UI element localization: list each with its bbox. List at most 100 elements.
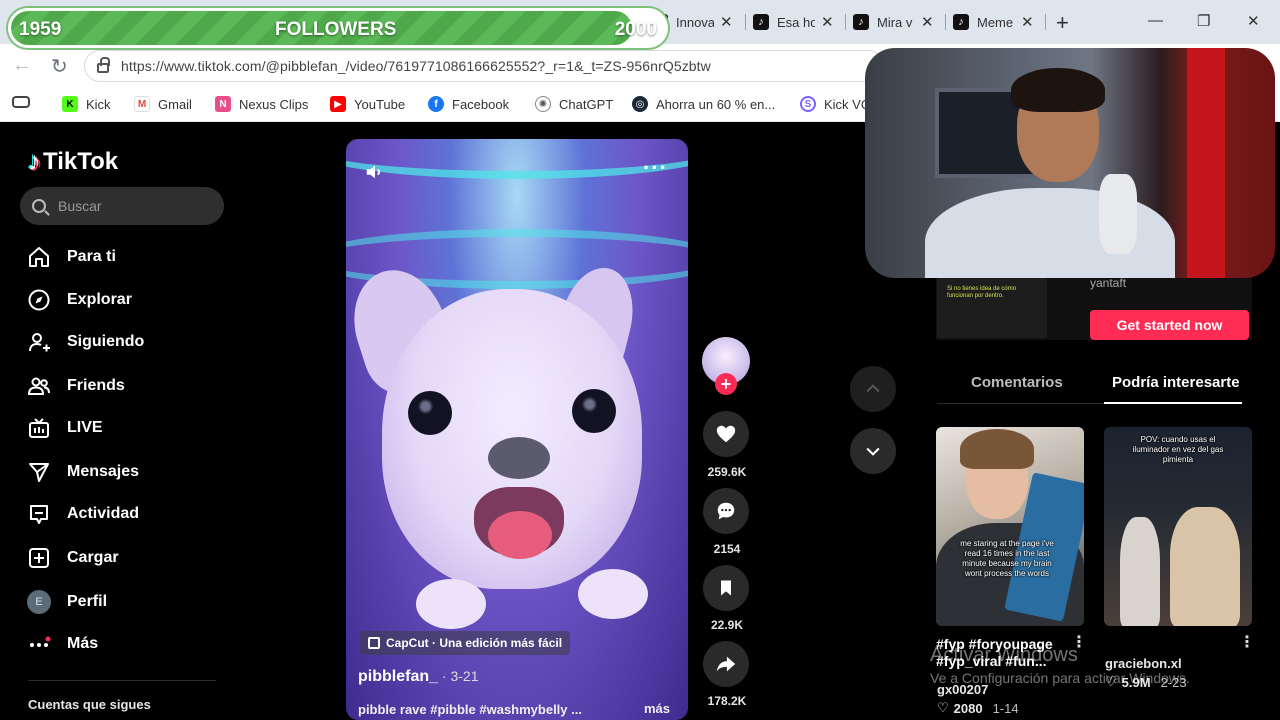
tab-divider xyxy=(745,14,746,30)
nav-label: Para ti xyxy=(67,248,116,265)
tiktok-icon: ♪ xyxy=(853,14,869,30)
bookmark-kick[interactable]: K Kick xyxy=(62,96,111,112)
heart-icon xyxy=(716,425,736,443)
nav-label: Cargar xyxy=(67,549,119,566)
nav-item-actividad[interactable]: Actividad xyxy=(26,500,139,528)
url-text: https://www.tiktok.com/@pibblefan_/video… xyxy=(121,58,711,74)
facebook-icon: f xyxy=(428,96,444,112)
tiktok-icon: ♪ xyxy=(953,14,969,30)
recommended-video-user[interactable]: graciebon.xl xyxy=(1105,656,1182,671)
video-player[interactable]: ··· CapCut · Una edición más fácil pibbl… xyxy=(346,139,688,720)
follow-plus-button[interactable]: + xyxy=(715,373,737,395)
browser-tab[interactable]: ♪ Esa ho ✕ xyxy=(753,8,834,36)
avatar-wrapper: E xyxy=(26,589,52,615)
bookmark-label: YouTube xyxy=(354,96,406,112)
following-accounts-title: Cuentas que sigues xyxy=(28,697,151,712)
bookmarks-menu-icon[interactable] xyxy=(12,96,30,108)
nav-label: Explorar xyxy=(67,291,132,308)
url-field[interactable]: https://www.tiktok.com/@pibblefan_/video… xyxy=(84,50,884,82)
bookmark-facebook[interactable]: f Facebook xyxy=(428,96,509,112)
nav-label: Más xyxy=(67,635,99,652)
lock-icon xyxy=(97,57,110,73)
close-icon[interactable]: ✕ xyxy=(921,13,934,31)
puppy-eye xyxy=(408,391,452,435)
volume-icon[interactable] xyxy=(364,161,386,188)
user-follow-icon xyxy=(26,329,52,355)
nexus-clips-icon: N xyxy=(215,96,231,112)
search-input[interactable]: Buscar xyxy=(20,187,224,225)
puppy-paw xyxy=(416,579,486,629)
steam-icon: ◎ xyxy=(632,96,648,112)
tab-divider xyxy=(1045,14,1046,30)
avatar: E xyxy=(27,590,51,614)
share-count: 178.2K xyxy=(707,694,747,708)
tiktok-icon: ♪ xyxy=(753,14,769,30)
nav-item-para-ti[interactable]: Para ti xyxy=(26,243,116,271)
bookmark-steam[interactable]: ◎ Ahorra un 60 % en... xyxy=(632,96,775,112)
caption-more-link[interactable]: más xyxy=(644,701,670,716)
save-button[interactable] xyxy=(703,565,749,611)
sidebar-divider xyxy=(28,680,216,681)
nav-item-friends[interactable]: Friends xyxy=(26,372,125,400)
tab-divider xyxy=(845,14,846,30)
nav-item-explorar[interactable]: Explorar xyxy=(26,286,132,314)
thumb-person xyxy=(1170,507,1240,626)
restore-button[interactable]: ❐ xyxy=(1197,12,1210,30)
close-icon[interactable]: ✕ xyxy=(1021,13,1034,31)
next-video-button[interactable] xyxy=(850,428,896,474)
get-started-button[interactable]: Get started now xyxy=(1090,310,1249,340)
close-icon[interactable]: ✕ xyxy=(720,13,733,31)
nav-label: Siguiendo xyxy=(67,333,145,350)
video-author[interactable]: pibblefan_ · 3-21 xyxy=(358,668,478,686)
nav-item-live[interactable]: LIVE xyxy=(26,414,103,442)
chatgpt-icon: ✺ xyxy=(535,96,551,112)
video-options-icon[interactable]: ⋮ xyxy=(1239,632,1255,652)
webcam-towel xyxy=(1099,174,1137,254)
bookmark-youtube[interactable]: ▶ YouTube xyxy=(330,96,405,112)
nav-item-mas[interactable]: Más xyxy=(26,630,98,658)
nav-item-siguiendo[interactable]: Siguiendo xyxy=(26,328,144,356)
video-more-icon[interactable]: ··· xyxy=(643,155,668,181)
tab-comentarios[interactable]: Comentarios xyxy=(971,374,1063,391)
thumbnail-overlay-text: me staring at the page i've read 16 time… xyxy=(960,539,1054,578)
tab-label: Esa ho xyxy=(777,14,815,30)
capcut-badge[interactable]: CapCut · Una edición más fácil xyxy=(360,631,571,655)
puppy-eye xyxy=(572,389,616,433)
share-button[interactable] xyxy=(703,641,749,687)
like-button[interactable] xyxy=(703,411,749,457)
recommended-video-thumbnail[interactable]: POV: cuando usas el iluminador en vez de… xyxy=(1104,427,1252,626)
back-button[interactable]: ← xyxy=(12,54,32,77)
close-icon[interactable]: ✕ xyxy=(821,13,834,31)
activity-icon xyxy=(26,501,52,527)
minimize-button[interactable]: ― xyxy=(1148,12,1163,29)
bookmark-nexus-clips[interactable]: N Nexus Clips xyxy=(215,96,308,112)
bookmark-kick-vo[interactable]: S Kick VO xyxy=(800,96,871,112)
bookmark-label: Gmail xyxy=(158,96,192,112)
nav-item-cargar[interactable]: Cargar xyxy=(26,544,119,572)
tiktok-logo[interactable]: ♪ TikTok xyxy=(28,146,118,177)
browser-tab[interactable]: ♪ Mira v ✕ xyxy=(853,8,934,36)
nav-item-mensajes[interactable]: Mensajes xyxy=(26,458,139,486)
tab-podria-interesarte[interactable]: Podría interesarte xyxy=(1112,374,1240,391)
previous-video-button[interactable] xyxy=(850,366,896,412)
reload-button[interactable]: ↻ xyxy=(51,54,68,79)
bookmark-label: Kick xyxy=(86,96,111,112)
window-close-button[interactable]: ✕ xyxy=(1247,12,1260,30)
new-tab-button[interactable]: + xyxy=(1056,10,1069,36)
nav-item-perfil[interactable]: E Perfil xyxy=(26,588,107,616)
nav-label: LIVE xyxy=(67,419,103,436)
webcam-person xyxy=(1011,68,1105,112)
followers-label: FOLLOWERS xyxy=(275,19,397,40)
tab-label: Meme xyxy=(977,14,1014,30)
comment-icon xyxy=(717,502,735,520)
tab-label: Mira v xyxy=(877,14,913,30)
recommended-video-thumbnail[interactable]: me staring at the page i've read 16 time… xyxy=(936,427,1084,626)
compass-icon xyxy=(26,287,52,313)
friends-icon xyxy=(26,373,52,399)
comment-count: 2154 xyxy=(713,542,741,556)
browser-tab[interactable]: ♪ Meme ✕ xyxy=(953,8,1034,36)
bookmark-chatgpt[interactable]: ✺ ChatGPT xyxy=(535,96,613,112)
comment-button[interactable] xyxy=(703,488,749,534)
bookmark-gmail[interactable]: M Gmail xyxy=(134,96,192,112)
streamer-webcam xyxy=(865,48,1275,278)
